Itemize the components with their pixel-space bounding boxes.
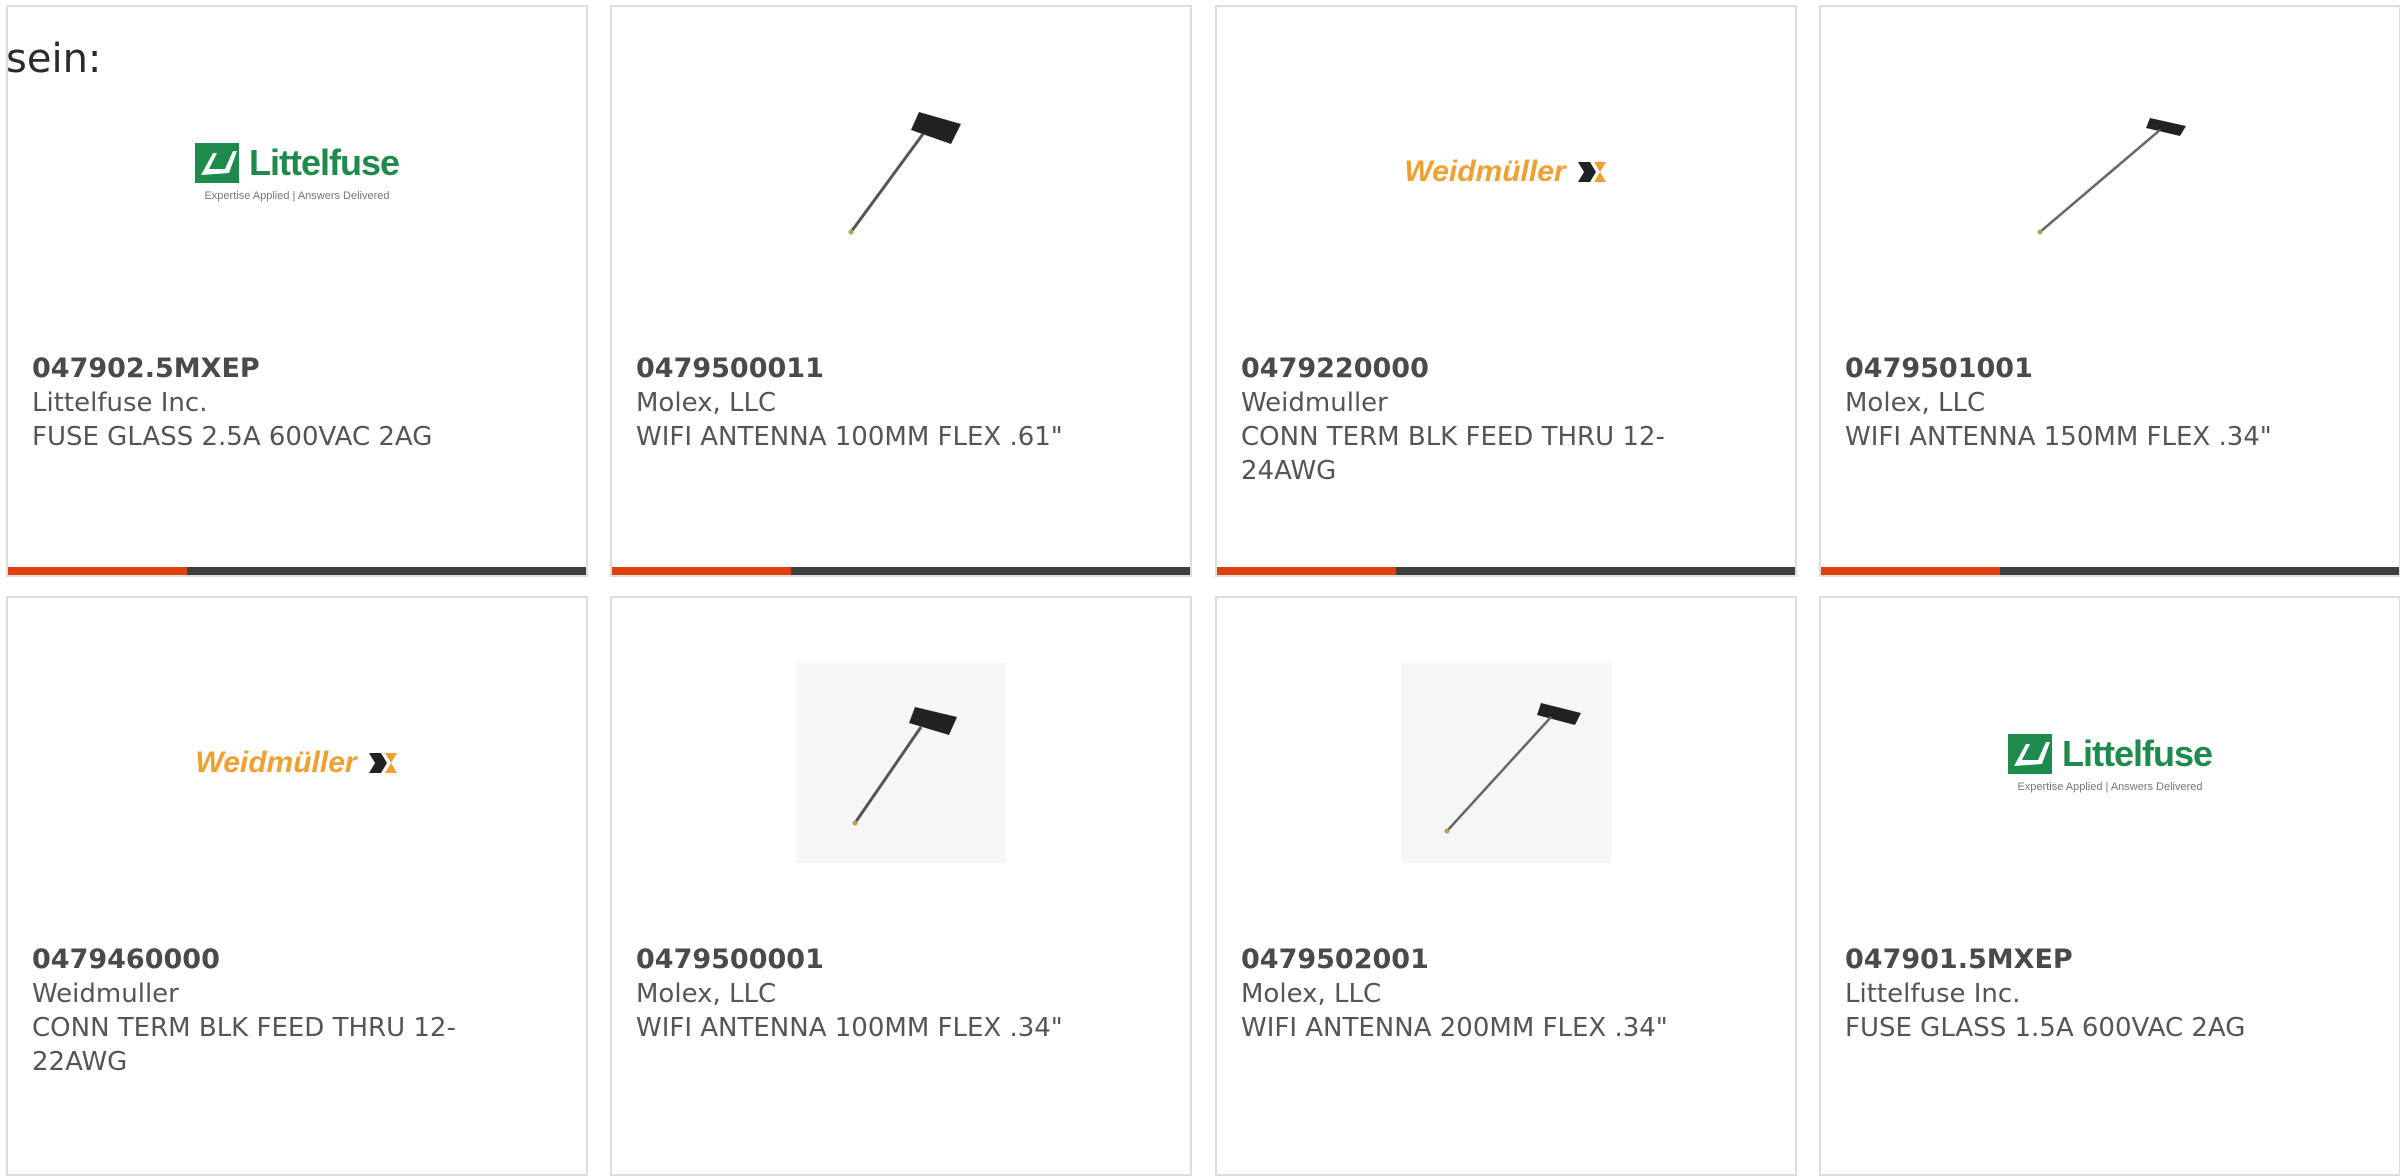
part-number-link[interactable]: 0479500001 xyxy=(636,943,1166,977)
littelfuse-logo: Littelfuse Expertise Applied | Answers D… xyxy=(194,142,400,202)
part-number-link[interactable]: 0479500011 xyxy=(636,352,1166,386)
description: WIFI ANTENNA 150MM FLEX .34" xyxy=(1845,422,2272,452)
flex-antenna-icon xyxy=(848,112,961,235)
manufacturer: Molex, LLC xyxy=(636,388,777,418)
weidmuller-mark-icon xyxy=(1577,162,1606,182)
rating-bar xyxy=(8,567,586,575)
littelfuse-mark-icon xyxy=(194,143,239,183)
description: WIFI ANTENNA 100MM FLEX .61" xyxy=(636,422,1063,452)
description: WIFI ANTENNA 200MM FLEX .34" xyxy=(1241,1013,1668,1043)
littelfuse-logo: Littelfuse Expertise Applied | Answers D… xyxy=(2007,733,2213,793)
manufacturer: Weidmuller xyxy=(32,979,179,1009)
product-card[interactable]: 0479500011 Molex, LLC WIFI ANTENNA 100MM… xyxy=(610,5,1192,577)
product-image[interactable] xyxy=(612,7,1190,337)
flex-antenna-icon xyxy=(852,707,957,826)
product-image[interactable] xyxy=(1821,7,2399,337)
part-number-link[interactable]: 0479502001 xyxy=(1241,943,1771,977)
product-card[interactable]: Weidmüller 0479220000 Weidmuller CONN TE… xyxy=(1215,5,1797,577)
product-card[interactable]: Weidmüller 0479460000 Weidmuller CONN TE… xyxy=(6,596,588,1176)
product-image[interactable]: Weidmüller xyxy=(1217,7,1795,337)
description: CONN TERM BLK FEED THRU 12-24AWG xyxy=(1241,422,1665,486)
part-number-link[interactable]: 0479501001 xyxy=(1845,352,2375,386)
product-image[interactable]: Littelfuse Expertise Applied | Answers D… xyxy=(1821,598,2399,928)
description: FUSE GLASS 1.5A 600VAC 2AG xyxy=(1845,1013,2246,1043)
product-card[interactable]: 0479500001 Molex, LLC WIFI ANTENNA 100MM… xyxy=(610,596,1192,1176)
product-image[interactable] xyxy=(612,598,1190,928)
manufacturer: Molex, LLC xyxy=(1845,388,1986,418)
manufacturer: Molex, LLC xyxy=(636,979,777,1009)
part-number-link[interactable]: 0479460000 xyxy=(32,943,562,977)
description: WIFI ANTENNA 100MM FLEX .34" xyxy=(636,1013,1063,1043)
rating-bar xyxy=(1217,567,1795,575)
manufacturer: Littelfuse Inc. xyxy=(1845,979,2021,1009)
weidmuller-mark-icon xyxy=(368,753,397,773)
product-card[interactable]: Littelfuse Expertise Applied | Answers D… xyxy=(6,5,588,577)
product-image[interactable] xyxy=(1217,598,1795,928)
product-card[interactable]: 0479501001 Molex, LLC WIFI ANTENNA 150MM… xyxy=(1819,5,2400,577)
manufacturer: Molex, LLC xyxy=(1241,979,1382,1009)
description: CONN TERM BLK FEED THRU 12-22AWG xyxy=(32,1013,456,1077)
product-card[interactable]: 0479502001 Molex, LLC WIFI ANTENNA 200MM… xyxy=(1215,596,1797,1176)
manufacturer: Weidmuller xyxy=(1241,388,1388,418)
part-number-link[interactable]: 047902.5MXEP xyxy=(32,352,562,386)
weidmuller-logo: Weidmüller xyxy=(1404,155,1607,189)
product-card[interactable]: Littelfuse Expertise Applied | Answers D… xyxy=(1819,596,2400,1176)
flex-antenna-icon xyxy=(2037,118,2186,235)
rating-bar xyxy=(612,567,1190,575)
part-number-link[interactable]: 047901.5MXEP xyxy=(1845,943,2375,977)
weidmuller-logo: Weidmüller xyxy=(195,746,398,780)
flex-antenna-icon xyxy=(1444,703,1581,834)
manufacturer: Littelfuse Inc. xyxy=(32,388,208,418)
littelfuse-mark-icon xyxy=(2007,734,2052,774)
lead-text: sein: xyxy=(6,36,102,82)
rating-bar xyxy=(1821,567,2399,575)
product-image[interactable]: Weidmüller xyxy=(8,598,586,928)
part-number-link[interactable]: 0479220000 xyxy=(1241,352,1771,386)
description: FUSE GLASS 2.5A 600VAC 2AG xyxy=(32,422,433,452)
